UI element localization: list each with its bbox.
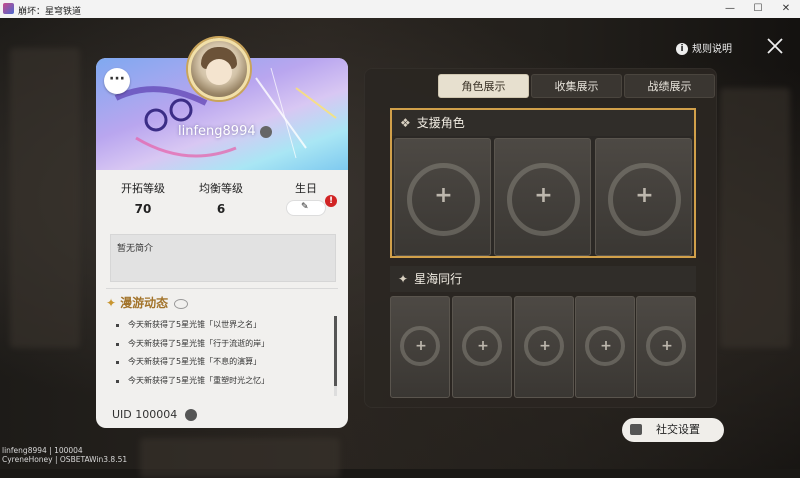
notification-badge: ! bbox=[325, 195, 337, 207]
stat-value: 70 bbox=[134, 202, 152, 216]
voyage-slot[interactable]: + bbox=[452, 296, 512, 398]
support-slot[interactable]: + bbox=[394, 138, 491, 256]
more-options-button[interactable]: ··· bbox=[104, 68, 130, 94]
bio-box[interactable]: 暂无简介 bbox=[110, 234, 336, 282]
handshake-icon: ❖ bbox=[400, 116, 411, 130]
showcase-panel: 角色展示 收集展示 战绩展示 ❖ 支援角色 + + + ✦ 星海同行 + + + bbox=[364, 68, 717, 408]
profile-name-row: linfeng8994 bbox=[178, 124, 272, 139]
support-title: 支援角色 bbox=[416, 116, 465, 130]
plus-icon: + bbox=[477, 338, 489, 354]
plus-icon: + bbox=[661, 338, 673, 354]
profile-card: ··· linfeng8994 开拓等级 70 均衡等级 6 生日 ✎ ! 暂无… bbox=[96, 58, 348, 428]
window-close-button[interactable]: ✕ bbox=[776, 2, 796, 16]
voyage-slot[interactable]: + bbox=[636, 296, 696, 398]
stat-label: 均衡等级 bbox=[199, 182, 243, 195]
stat-label: 生日 bbox=[295, 182, 317, 195]
stat-trailblaze-level: 开拓等级 70 bbox=[108, 180, 178, 216]
plus-icon: + bbox=[434, 183, 453, 208]
copy-icon[interactable] bbox=[185, 409, 198, 421]
info-icon: i bbox=[676, 43, 688, 55]
rules-label: 规则说明 bbox=[692, 44, 732, 55]
pencil-icon: ✎ bbox=[301, 202, 309, 212]
minimize-button[interactable]: — bbox=[720, 2, 740, 16]
plus-icon: + bbox=[635, 183, 654, 208]
birthday-edit-button[interactable]: ✎ ! bbox=[286, 195, 337, 216]
footer-line: CyreneHoney | OSBETAWin3.8.51 bbox=[2, 455, 128, 464]
stat-label: 开拓等级 bbox=[121, 182, 165, 195]
plus-icon: + bbox=[539, 338, 551, 354]
footer-line: linfeng8994 | 100004 bbox=[2, 446, 83, 455]
close-icon[interactable] bbox=[765, 36, 785, 56]
maximize-button[interactable]: ☐ bbox=[748, 2, 768, 16]
window-titlebar: 崩坏：星穹铁道 — ☐ ✕ bbox=[0, 0, 800, 18]
edit-name-icon[interactable] bbox=[259, 125, 272, 138]
footer-info: linfeng8994 | 100004 CyreneHoney | OSBET… bbox=[2, 446, 127, 464]
list-item: 今天新获得了5星光锥「以世界之名」 bbox=[116, 316, 331, 335]
list-item: 今天新获得了5星光锥「重塑时光之忆」 bbox=[116, 372, 331, 391]
voyage-slot[interactable]: + bbox=[575, 296, 635, 398]
roaming-title: 漫游动态 bbox=[120, 296, 169, 310]
tab-record-showcase[interactable]: 战绩展示 bbox=[624, 74, 715, 98]
voyage-title: 星海同行 bbox=[414, 272, 463, 286]
plus-icon: + bbox=[600, 338, 612, 354]
rules-link[interactable]: i 规则说明 bbox=[676, 40, 732, 56]
divider bbox=[106, 288, 338, 289]
avatar-face bbox=[206, 59, 232, 85]
stat-birthday: 生日 ✎ ! bbox=[271, 180, 341, 216]
social-settings-label: 社交设置 bbox=[656, 423, 700, 436]
roaming-scrollbar[interactable] bbox=[334, 316, 337, 396]
support-slot[interactable]: + bbox=[595, 138, 692, 256]
uid-text: UID 100004 bbox=[112, 408, 178, 421]
tab-character-showcase[interactable]: 角色展示 bbox=[438, 74, 529, 98]
sparkle-icon: ✦ bbox=[398, 272, 409, 286]
profile-name: linfeng8994 bbox=[178, 124, 256, 139]
plus-icon: + bbox=[534, 183, 553, 208]
eye-icon[interactable] bbox=[174, 298, 189, 309]
avatar[interactable] bbox=[188, 38, 250, 100]
voyage-slot[interactable]: + bbox=[514, 296, 574, 398]
settings-icon bbox=[630, 424, 642, 435]
support-slot[interactable]: + bbox=[494, 138, 591, 256]
list-item: 今天新获得了5星光锥「不息的演算」 bbox=[116, 353, 331, 372]
voyage-header: ✦ 星海同行 bbox=[390, 266, 696, 292]
sparkle-icon: ✦ bbox=[106, 296, 117, 310]
roaming-header: ✦ 漫游动态 bbox=[106, 294, 189, 311]
list-item: 今天新获得了5星光锥「行于流逝的岸」 bbox=[116, 335, 331, 354]
tab-collection-showcase[interactable]: 收集展示 bbox=[531, 74, 622, 98]
window-title: 崩坏：星穹铁道 bbox=[18, 7, 82, 17]
uid-row: UID 100004 bbox=[112, 408, 198, 421]
plus-icon: + bbox=[415, 338, 427, 354]
support-character-section: ❖ 支援角色 + + + bbox=[390, 108, 696, 258]
roaming-list: 今天新获得了5星光锥「以世界之名」 今天新获得了5星光锥「行于流逝的岸」 今天新… bbox=[116, 316, 331, 390]
app-icon bbox=[3, 3, 14, 14]
voyage-slot[interactable]: + bbox=[390, 296, 450, 398]
profile-stats: 开拓等级 70 均衡等级 6 生日 ✎ ! bbox=[96, 180, 348, 226]
social-settings-button[interactable]: 社交设置 bbox=[622, 418, 724, 442]
support-header: ❖ 支援角色 bbox=[392, 110, 694, 136]
stat-value: 6 bbox=[216, 202, 226, 216]
scroll-thumb[interactable] bbox=[334, 316, 337, 386]
stat-equilibrium-level: 均衡等级 6 bbox=[186, 180, 256, 216]
bio-text: 暂无简介 bbox=[117, 244, 154, 254]
